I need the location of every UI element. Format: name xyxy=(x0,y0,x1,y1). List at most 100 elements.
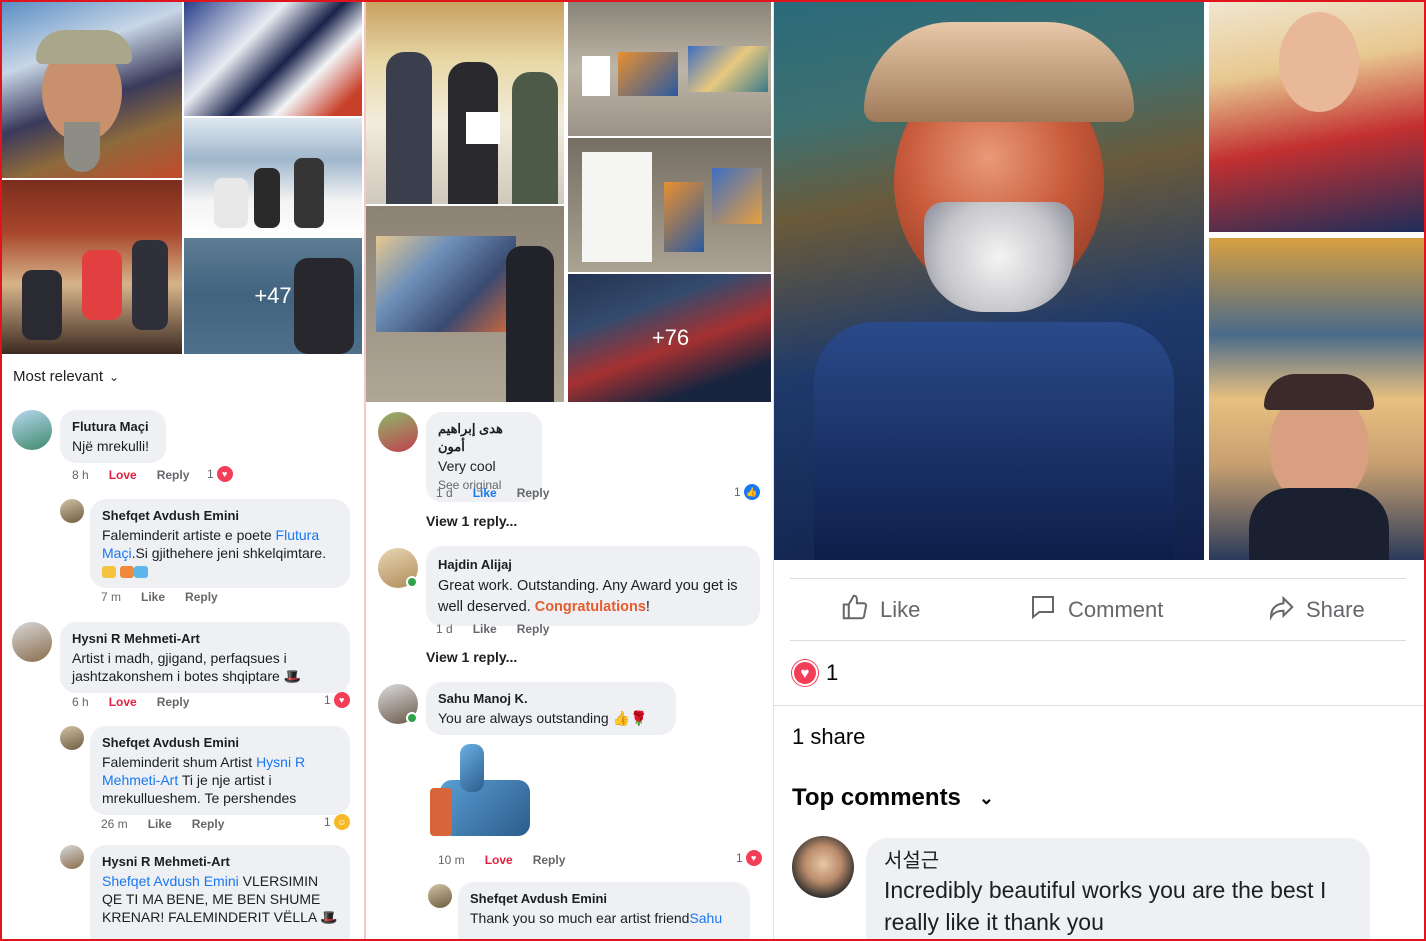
more-photos-overlay[interactable]: +47 xyxy=(184,238,362,354)
comment-time: 10 m xyxy=(438,853,465,867)
comment-bubble: Hajdin Alijaj Great work. Outstanding. A… xyxy=(426,546,760,626)
comment-action[interactable]: Comment xyxy=(1028,592,1163,628)
view-replies-link[interactable]: View 1 reply... xyxy=(426,513,517,529)
top-hat-emoji: 🎩 xyxy=(279,668,302,684)
highlighted-word: Congratulations xyxy=(534,599,646,615)
like-button[interactable]: Like xyxy=(148,817,172,831)
reply-button[interactable]: Reply xyxy=(192,817,225,831)
avatar[interactable] xyxy=(60,726,84,750)
like-action[interactable]: Like xyxy=(840,592,920,628)
reply-button[interactable]: Reply xyxy=(157,468,190,482)
comment-bubble: Flutura Maçi Një mrekulli! xyxy=(60,410,166,463)
comment-author[interactable]: هدى إبراهيم أمون xyxy=(438,420,530,456)
reply-button[interactable]: Reply xyxy=(533,853,566,867)
comment-author[interactable]: Hajdin Alijaj xyxy=(438,554,748,575)
avatar[interactable] xyxy=(60,845,84,869)
comment-author[interactable]: Shefqet Avdush Emini xyxy=(102,734,338,752)
comment-text: Great work. Outstanding. Any Award you g… xyxy=(438,578,738,615)
comment-bubble: Shefqet Avdush Emini Faleminderit artist… xyxy=(90,499,350,588)
comment-icon xyxy=(1028,592,1058,628)
reply-button[interactable]: Reply xyxy=(517,486,550,500)
avatar[interactable] xyxy=(428,884,452,908)
comment-text: Shefqet Avdush Emini VLERSIMIN QE TI MA … xyxy=(102,873,338,925)
comment-bubble: Shefqet Avdush Emini Thank you so much e… xyxy=(458,882,750,939)
reply-button[interactable]: Reply xyxy=(517,622,550,636)
avatar[interactable] xyxy=(792,836,854,898)
share-count[interactable]: 1 share xyxy=(792,724,865,750)
comment-time: 8 h xyxy=(72,468,89,482)
comment-author[interactable]: Shefqet Avdush Emini xyxy=(470,890,738,908)
photo-selfie-painting[interactable] xyxy=(1209,238,1424,560)
photo-artist-with-painting[interactable] xyxy=(366,206,564,402)
comment-text: Very cool xyxy=(438,458,496,474)
avatar[interactable] xyxy=(60,499,84,523)
photo-award-ceremony[interactable] xyxy=(366,2,564,204)
reaction-count[interactable]: 1 👍 xyxy=(734,484,760,500)
sort-label: Most relevant xyxy=(13,368,104,385)
reaction-count[interactable]: 1 ♥ xyxy=(207,466,233,482)
view-replies-link[interactable]: View 1 reply... xyxy=(426,649,517,665)
comment-author[interactable]: 서설근 xyxy=(884,848,1352,874)
comment-text: Faleminderit artiste e poete Flutura Maç… xyxy=(102,527,327,561)
thumbs-rose-emoji: 👍🌹 xyxy=(612,710,648,726)
reply-button[interactable]: Reply xyxy=(157,695,190,709)
comment-author[interactable]: Flutura Maçi xyxy=(72,418,154,436)
like-button[interactable]: Like xyxy=(473,622,497,636)
mention-link[interactable]: Shefqet Avdush Emini xyxy=(102,873,239,889)
chevron-down-icon: ⌄ xyxy=(978,787,994,808)
post-panel-left: +47 Most relevant ⌄ Flutura Maçi Një mre… xyxy=(2,2,362,939)
share-label: Share xyxy=(1306,597,1365,622)
more-photos-count: +76 xyxy=(651,325,690,350)
comment-time: 1 d xyxy=(436,486,453,500)
reply-button[interactable]: Reply xyxy=(185,590,218,604)
post-panel-middle: +76 هدى إبراهيم أمون Very cool See origi… xyxy=(364,2,771,939)
photo-portrait-painting[interactable] xyxy=(774,2,1204,560)
like-label: Like xyxy=(880,597,921,622)
reaction-summary[interactable]: ♥ 1 xyxy=(792,660,838,686)
heart-icon: ♥ xyxy=(216,466,233,482)
photo-artist-selfie[interactable] xyxy=(2,2,182,178)
heart-icon: ♥ xyxy=(745,850,762,866)
more-photos-overlay[interactable]: +76 xyxy=(568,274,771,402)
sort-dropdown[interactable]: Top comments ⌄ xyxy=(792,784,994,812)
photo-performance[interactable] xyxy=(2,180,182,354)
photo-boat-interview[interactable] xyxy=(184,118,362,236)
photo-painting-blue[interactable] xyxy=(184,2,362,116)
love-button[interactable]: Love xyxy=(109,695,137,709)
comment-author[interactable]: Hysni R Mehmeti-Art xyxy=(72,630,338,648)
mention-link[interactable]: Sahu xyxy=(689,910,722,926)
reaction-count[interactable]: 1 ♥ xyxy=(324,692,350,708)
photo-painting-woman[interactable] xyxy=(1209,2,1424,232)
photo-gallery-wall[interactable] xyxy=(568,2,771,136)
photo-exhibition[interactable] xyxy=(568,138,771,272)
reaction-count[interactable]: 1 ♥ xyxy=(736,850,762,866)
love-button[interactable]: Love xyxy=(485,853,513,867)
photo-painting-detail[interactable]: +76 xyxy=(568,274,771,402)
avatar[interactable] xyxy=(378,412,418,452)
comment-time: 26 m xyxy=(101,817,128,831)
avatar[interactable] xyxy=(12,410,52,450)
comment-time: 7 m xyxy=(101,590,122,604)
share-icon xyxy=(1266,592,1296,628)
sort-label: Top comments xyxy=(792,784,961,811)
comment-bubble: Shefqet Avdush Emini Faleminderit shum A… xyxy=(90,726,350,815)
comment-author[interactable]: Sahu Manoj K. xyxy=(438,690,664,708)
comment-author[interactable]: Hysni R Mehmeti-Art xyxy=(102,853,338,871)
love-button[interactable]: Love xyxy=(109,468,137,482)
avatar[interactable] xyxy=(12,622,52,662)
comment-text: Një mrekulli! xyxy=(72,438,150,454)
photo-sea-cameraman[interactable]: +47 xyxy=(184,238,362,354)
comment-label: Comment xyxy=(1068,597,1164,622)
sort-dropdown[interactable]: Most relevant ⌄ xyxy=(13,368,119,385)
like-button[interactable]: Like xyxy=(473,486,497,500)
emoji-group xyxy=(102,562,338,580)
comment-bubble: Hysni R Mehmeti-Art Shefqet Avdush Emini… xyxy=(90,845,350,939)
share-action[interactable]: Share xyxy=(1266,592,1365,628)
like-button[interactable]: Like xyxy=(141,590,165,604)
thumbs-up-icon xyxy=(840,592,870,628)
comment-author[interactable]: Shefqet Avdush Emini xyxy=(102,507,338,525)
reaction-count[interactable]: 1 ☺ xyxy=(324,814,350,830)
post-panel-right: Like Comment Share ♥ 1 1 share Top comme… xyxy=(773,2,1424,939)
thumbs-up-icon: 👍 xyxy=(743,484,760,500)
comment-text: Thank you so much ear artist friendSahu xyxy=(470,910,723,926)
